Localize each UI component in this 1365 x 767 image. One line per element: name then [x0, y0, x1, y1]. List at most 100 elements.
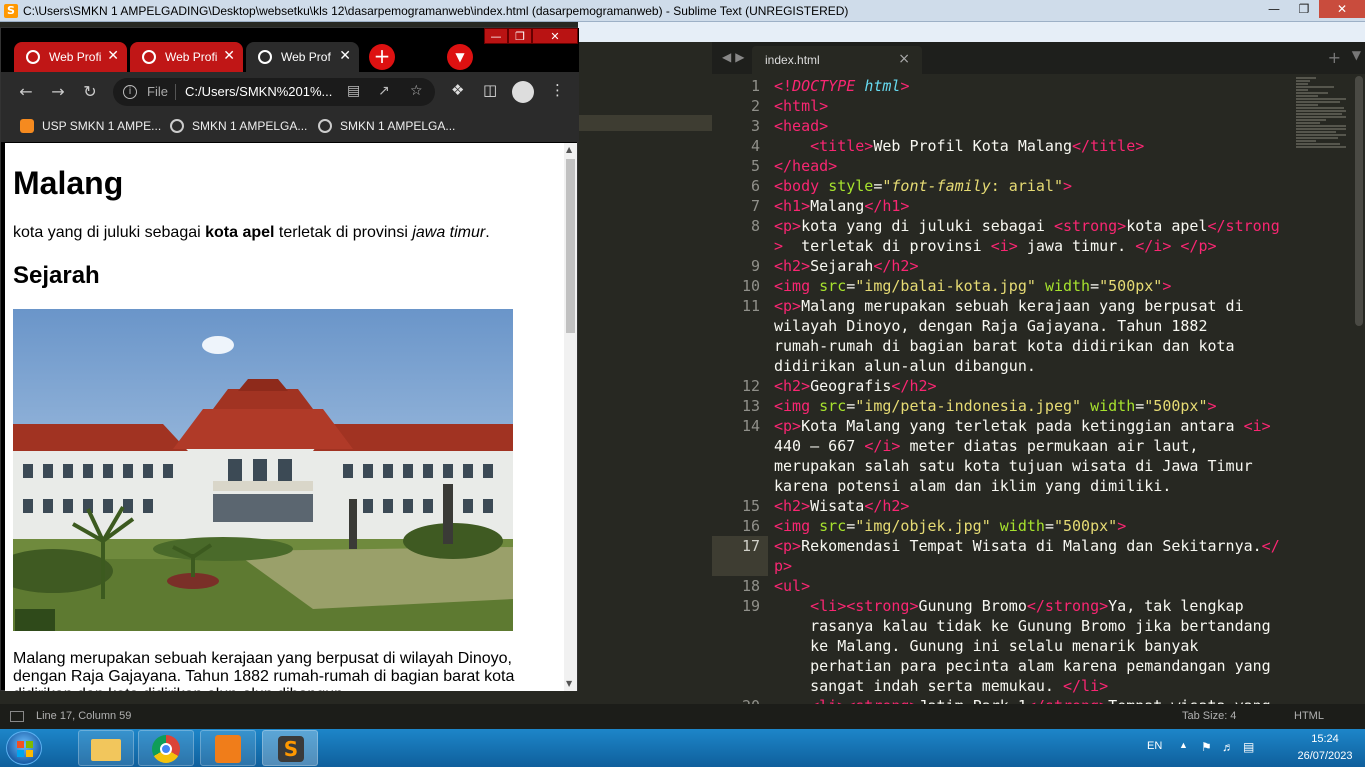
- sublime-menu-strip: [578, 22, 1365, 42]
- sublime-app-icon: S: [4, 3, 18, 18]
- line-number: [712, 456, 768, 476]
- code-line: perhatian para pecinta alam karena peman…: [774, 657, 1271, 675]
- intro-text-b: terletak di provinsi: [274, 224, 413, 241]
- code-line: <img src="img/peta-indonesia.jpeg" width…: [774, 397, 1217, 415]
- line-number: [712, 436, 768, 456]
- minimap[interactable]: [1296, 76, 1352, 176]
- reload-icon[interactable]: ↻: [80, 82, 100, 101]
- menu-kebab-icon[interactable]: ⋮: [550, 81, 565, 99]
- line-number: 19: [741, 597, 760, 615]
- page-viewport[interactable]: Malang kota yang di juluki sebagai kota …: [5, 143, 577, 691]
- balai-kota-photo: [13, 309, 513, 631]
- omnibox-divider: [175, 84, 176, 100]
- line-number: 18: [741, 577, 760, 595]
- clock-time[interactable]: 15:24: [1293, 733, 1357, 745]
- side-panel-icon[interactable]: ◫: [483, 81, 497, 99]
- url-text[interactable]: C:/Users/SMKN%201%...: [185, 84, 332, 99]
- tab-index-html[interactable]: index.html ×: [752, 46, 922, 74]
- back-arrow-icon[interactable]: ←: [16, 82, 36, 101]
- taskbar-file-explorer[interactable]: [78, 730, 134, 766]
- close-button[interactable]: ✕: [1319, 0, 1365, 18]
- network-warning-icon[interactable]: ⚑: [1201, 740, 1212, 754]
- line-number: 8: [750, 217, 760, 235]
- line-number: [712, 476, 768, 496]
- code-line: <ul>: [774, 577, 811, 595]
- taskbar-sublime-text[interactable]: S: [262, 730, 318, 766]
- tab-label: index.html: [765, 53, 820, 67]
- tab-close-icon[interactable]: ✕: [223, 48, 235, 64]
- line-number: [712, 676, 768, 696]
- code-line: didirikan alun-alun dibangun.: [774, 357, 1036, 375]
- tab-close-icon[interactable]: ✕: [339, 48, 351, 64]
- new-tab-icon[interactable]: +: [1328, 48, 1341, 67]
- globe-icon: [170, 119, 184, 133]
- tab-nav-arrows-icon[interactable]: ◀▶: [722, 50, 748, 64]
- forward-arrow-icon[interactable]: →: [48, 82, 68, 101]
- scroll-down-icon[interactable]: ▼: [566, 679, 572, 688]
- show-hidden-icons-icon[interactable]: ▲: [1179, 740, 1188, 750]
- code-editor[interactable]: <!DOCTYPE html> <html> <head> <title>Web…: [774, 76, 1294, 704]
- action-center-icon[interactable]: ▤: [1243, 740, 1254, 754]
- line-number: [712, 316, 768, 336]
- bookmark-star-icon[interactable]: ☆: [410, 83, 423, 99]
- tab-size-indicator[interactable]: Tab Size: 4: [1182, 710, 1236, 722]
- bookmark-item-smkn-2[interactable]: SMKN 1 AMPELGA...: [318, 119, 455, 133]
- section-heading-sejarah: Sejarah: [13, 262, 100, 289]
- code-line: <p>Rekomendasi Tempat Wisata di Malang d…: [774, 537, 1280, 555]
- code-line: <li><strong>Jatim Park 1</strong>Tempat …: [774, 696, 1271, 704]
- share-icon[interactable]: ↗: [378, 83, 390, 99]
- chrome-minimize-button[interactable]: —: [484, 28, 508, 44]
- globe-icon: [258, 50, 272, 64]
- browser-tab-3-active[interactable]: Web Prof ✕: [246, 42, 359, 72]
- line-number: [712, 636, 768, 656]
- browser-tab-label: Web Profi: [165, 50, 217, 64]
- browser-tab-1[interactable]: Web Profi ✕: [14, 42, 127, 72]
- tab-close-icon[interactable]: ✕: [107, 48, 119, 64]
- bookmark-item-usp[interactable]: USP SMKN 1 AMPE...: [20, 119, 161, 133]
- code-line: 440 – 667 </i> meter diatas permukaan ai…: [774, 437, 1199, 455]
- maximize-button[interactable]: ❐: [1289, 0, 1319, 18]
- syntax-indicator[interactable]: HTML: [1294, 710, 1324, 722]
- sublime-window-controls: — ❐ ✕: [1259, 0, 1365, 20]
- scroll-up-icon[interactable]: ▲: [566, 145, 572, 154]
- editor-scrollbar[interactable]: [1355, 76, 1363, 326]
- line-number: 17: [712, 536, 768, 556]
- browser-tab-2[interactable]: Web Profi ✕: [130, 42, 243, 72]
- code-line: <h2>Geografis</h2>: [774, 377, 937, 395]
- bookmark-label: SMKN 1 AMPELGA...: [340, 119, 456, 133]
- rendered-page: Malang kota yang di juluki sebagai kota …: [13, 143, 561, 691]
- taskbar-chrome[interactable]: [138, 730, 194, 766]
- scheme-label: File: [147, 84, 168, 99]
- tab-search-button[interactable]: ▼: [447, 44, 473, 70]
- scroll-thumb[interactable]: [566, 159, 575, 333]
- clock-date[interactable]: 26/07/2023: [1293, 750, 1357, 762]
- code-line: merupakan salah satu kota tujuan wisata …: [774, 457, 1253, 475]
- address-bar[interactable]: i File C:/Users/SMKN%201%... ▤ ↗ ☆: [113, 78, 435, 106]
- volume-icon[interactable]: ♬: [1222, 740, 1234, 754]
- tab-dropdown-icon[interactable]: ▼: [1352, 48, 1361, 62]
- minimize-button[interactable]: —: [1259, 0, 1289, 18]
- panel-toggle-icon[interactable]: [10, 711, 24, 722]
- extensions-icon[interactable]: ❖: [451, 81, 464, 99]
- editor-tabbar: ◀▶ index.html × + ▼: [712, 42, 1365, 74]
- line-number: 2: [750, 97, 760, 115]
- new-tab-button[interactable]: +: [369, 44, 395, 70]
- chrome-maximize-button[interactable]: ❐: [508, 28, 532, 44]
- line-number: [712, 356, 768, 376]
- bookmark-label: SMKN 1 AMPELGA...: [192, 119, 308, 133]
- profile-avatar[interactable]: [512, 81, 534, 103]
- intro-text-c: .: [485, 224, 490, 241]
- start-button[interactable]: [6, 731, 42, 765]
- translate-icon[interactable]: ▤: [347, 83, 360, 99]
- code-line: rumah-rumah di bagian barat kota didirik…: [774, 337, 1235, 355]
- info-icon[interactable]: i: [123, 85, 137, 99]
- intro-strong: kota apel: [205, 224, 275, 241]
- code-line: <!DOCTYPE html>: [774, 77, 910, 95]
- page-scrollbar[interactable]: ▲ ▼: [564, 143, 577, 691]
- line-number: 11: [741, 297, 760, 315]
- language-indicator[interactable]: EN: [1147, 740, 1162, 752]
- bookmark-item-smkn-1[interactable]: SMKN 1 AMPELGA...: [170, 119, 307, 133]
- tab-close-icon[interactable]: ×: [898, 51, 910, 67]
- chrome-close-button[interactable]: ✕: [532, 28, 578, 44]
- taskbar-pdf-reader[interactable]: [200, 730, 256, 766]
